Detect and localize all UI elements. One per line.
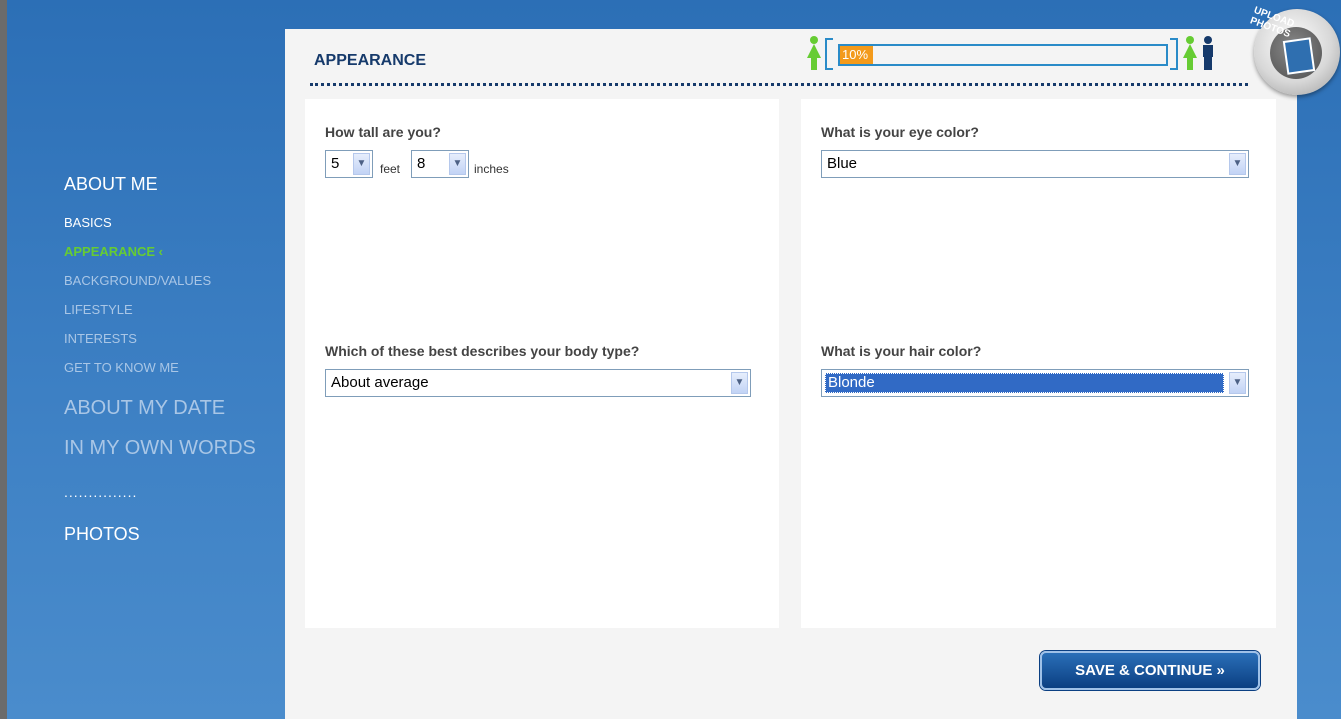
height-feet-select[interactable]: 5 ▼ [325,150,373,178]
upload-photos-button[interactable]: UPLOAD PHOTOS [1248,3,1341,111]
title-divider [310,83,1248,86]
progress-bracket-left [825,38,833,70]
sidebar-item-appearance-label: APPEARANCE [64,244,156,259]
chevron-down-icon: ▼ [1229,153,1246,175]
body-type-select[interactable]: About average ▼ [325,369,751,397]
form-card-left [305,99,779,628]
chevron-down-icon: ▼ [731,372,748,394]
chevron-down-icon: ▼ [449,153,466,175]
feet-unit-label: feet [380,162,401,176]
hair-color-value: Blonde [825,373,1224,393]
active-marker-icon: ‹ [158,244,163,259]
nav-about-me[interactable]: ABOUT ME [64,172,274,196]
height-feet-value: 5 [331,155,340,172]
sidebar-nav: ABOUT ME BASICS APPEARANCE ‹ BACKGROUND/… [64,172,274,546]
sidebar-item-interests[interactable]: INTERESTS [64,324,274,353]
sidebar-item-basics[interactable]: BASICS [64,208,274,237]
progress-bracket-right [1170,38,1178,70]
body-type-question: Which of these best describes your body … [325,343,640,359]
sidebar-item-get-to-know-me[interactable]: GET TO KNOW ME [64,353,274,382]
eye-color-question: What is your eye color? [821,124,979,140]
sidebar-item-appearance[interactable]: APPEARANCE ‹ [64,237,274,266]
inches-unit-label: inches [474,162,509,176]
chevron-down-icon: ▼ [1229,372,1246,394]
eye-color-select[interactable]: Blue ▼ [821,150,1249,178]
height-inches-value: 8 [417,155,426,172]
page-title: APPEARANCE [314,52,427,69]
couple-icon [1182,36,1218,77]
height-question: How tall are you? [325,124,441,140]
nav-about-me-subitems: BASICS APPEARANCE ‹ BACKGROUND/VALUES LI… [64,208,274,382]
nav-in-my-own-words[interactable]: IN MY OWN WORDS [64,436,274,460]
body-type-value: About average [331,374,429,391]
nav-separator: ............... [64,484,138,500]
chevron-down-icon: ▼ [353,153,370,175]
nav-photos[interactable]: PHOTOS [64,522,274,546]
window-edge [0,0,7,719]
hair-color-select[interactable]: Blonde ▼ [821,369,1249,397]
profile-progress-bar: 10% [838,44,1168,66]
form-card-right [801,99,1276,628]
sidebar-item-background-values[interactable]: BACKGROUND/VALUES [64,266,274,295]
single-person-icon [806,36,822,77]
height-inches-select[interactable]: 8 ▼ [411,150,469,178]
sidebar-item-lifestyle[interactable]: LIFESTYLE [64,295,274,324]
progress-label: 10% [842,47,869,62]
nav-about-my-date[interactable]: ABOUT MY DATE [64,396,274,420]
save-continue-button[interactable]: SAVE & CONTINUE » [1040,651,1260,690]
eye-color-value: Blue [827,155,858,172]
hair-color-question: What is your hair color? [821,343,982,359]
